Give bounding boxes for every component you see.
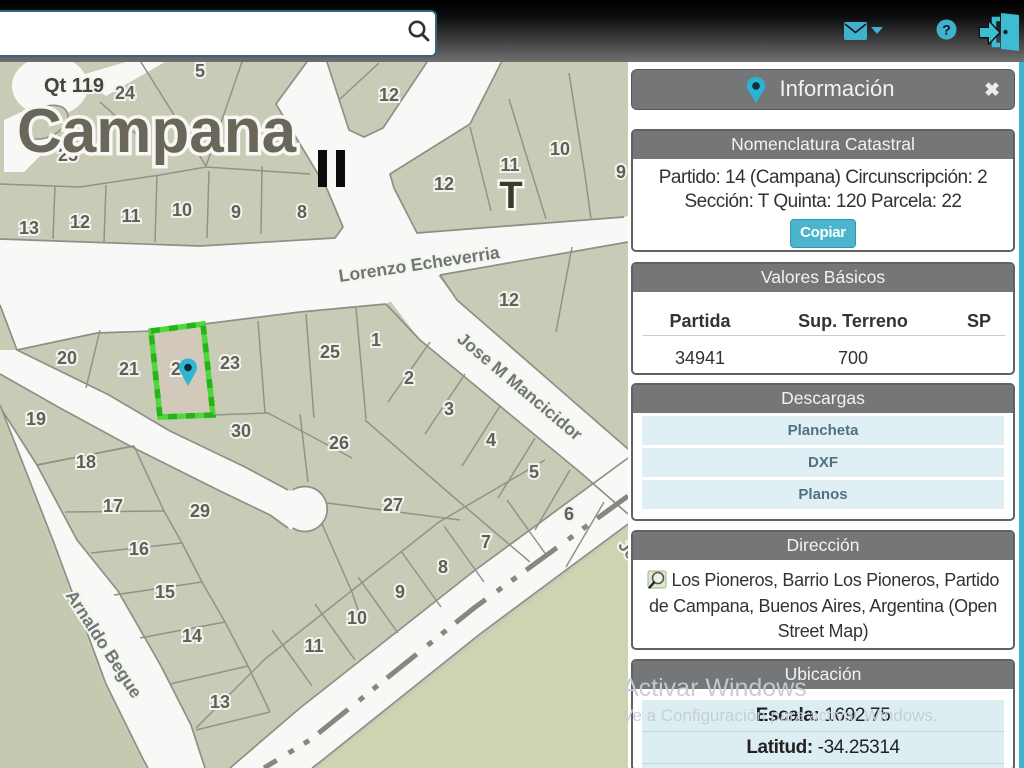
svg-text:19: 19 (26, 409, 46, 429)
svg-text:14: 14 (182, 626, 202, 646)
svg-text:T: T (499, 175, 522, 217)
svg-text:10: 10 (172, 200, 192, 220)
svg-text:12: 12 (499, 290, 519, 310)
svg-text:30: 30 (231, 421, 251, 441)
svg-text:11: 11 (500, 155, 519, 175)
svg-text:8: 8 (297, 202, 307, 222)
svg-text:23: 23 (220, 353, 240, 373)
svg-text:7: 7 (481, 532, 491, 552)
svg-text:10: 10 (550, 139, 570, 159)
svg-text:2: 2 (404, 368, 414, 388)
svg-text:Qt 119: Qt 119 (44, 75, 104, 97)
svg-text:6: 6 (564, 504, 574, 524)
svg-text:20: 20 (57, 348, 77, 368)
svg-text:9: 9 (231, 202, 241, 222)
svg-text:25: 25 (320, 342, 340, 362)
svg-text:5: 5 (529, 462, 539, 482)
svg-text:15: 15 (155, 582, 175, 602)
svg-text:21: 21 (119, 359, 139, 379)
svg-text:12: 12 (379, 85, 399, 105)
svg-text:11: 11 (121, 206, 140, 226)
svg-text:Campana: Campana (17, 97, 297, 166)
svg-text:9: 9 (395, 582, 405, 602)
svg-text:9: 9 (616, 162, 626, 182)
svg-text:13: 13 (210, 692, 230, 712)
svg-text:29: 29 (190, 501, 210, 521)
svg-text:26: 26 (329, 433, 349, 453)
svg-text:12: 12 (434, 174, 454, 194)
svg-text:17: 17 (103, 496, 123, 516)
svg-text:27: 27 (383, 495, 403, 515)
svg-text:16: 16 (129, 539, 149, 559)
svg-text:5: 5 (195, 62, 205, 81)
svg-text:10: 10 (347, 608, 367, 628)
svg-text:?: ? (942, 22, 951, 38)
svg-text:4: 4 (486, 430, 496, 450)
svg-text:1: 1 (371, 330, 381, 350)
svg-text:11: 11 (304, 636, 323, 656)
svg-text:12: 12 (70, 212, 90, 232)
svg-text:18: 18 (76, 452, 96, 472)
svg-text:8: 8 (438, 557, 448, 577)
svg-text:3: 3 (444, 399, 454, 419)
svg-text:13: 13 (19, 218, 39, 238)
